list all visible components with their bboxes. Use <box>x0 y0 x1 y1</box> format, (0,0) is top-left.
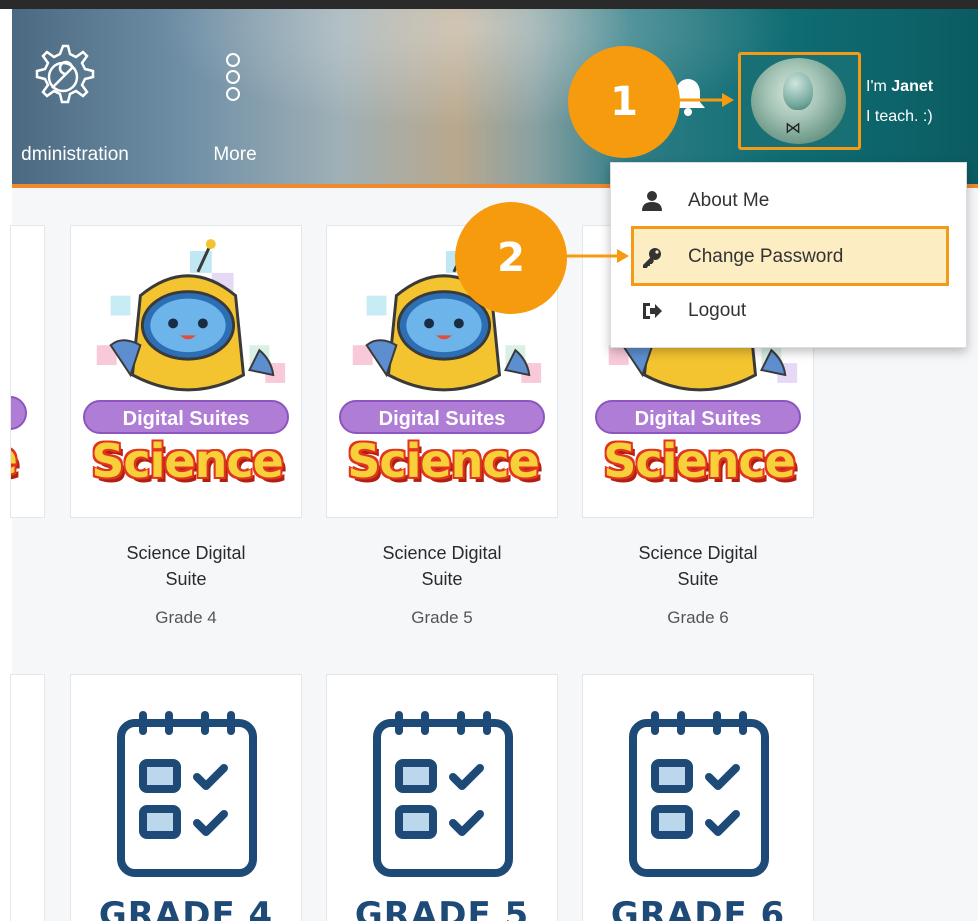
logo-word: Science <box>603 434 796 488</box>
bowtie-icon: ⋈ <box>785 120 801 137</box>
course-card-partial[interactable]: Science <box>10 225 45 518</box>
top-bar <box>0 0 978 9</box>
menu-item-label: Change Password <box>688 246 844 267</box>
calendar-checklist-icon <box>629 711 769 877</box>
logo-pill: Digital Suites <box>83 400 289 434</box>
course-grade: Grade 5 <box>411 608 473 627</box>
course-title: Science Digital Suite <box>126 543 246 589</box>
callout-arrow-2 <box>563 249 629 263</box>
avatar-egg-image <box>783 72 813 110</box>
key-icon <box>641 246 663 274</box>
grade-label: GRADE 6 <box>610 895 786 921</box>
logout-icon <box>641 300 663 328</box>
calendar-checklist-icon <box>117 711 257 877</box>
user-tagline: I teach. :) <box>866 108 933 125</box>
nav-administration-label: dministration <box>21 144 129 165</box>
course-title: Science Digital Suite <box>382 543 502 589</box>
user-name: Janet <box>891 78 934 95</box>
calendar-checklist-icon <box>373 711 513 877</box>
menu-item-logout[interactable]: Logout <box>611 286 966 336</box>
avatar: ⋈ <box>751 58 846 144</box>
user-icon <box>641 190 663 218</box>
grade-card-6[interactable]: GRADE 6 <box>582 674 814 921</box>
logo-word: Science <box>91 434 284 488</box>
course-grade: Grade 4 <box>155 608 217 627</box>
user-dropdown-menu: About Me Change Password Logout <box>610 162 967 348</box>
menu-item-label: Logout <box>688 300 747 321</box>
menu-item-about-me[interactable]: About Me <box>611 176 966 226</box>
logo-word: Science <box>347 434 540 488</box>
callout-step-2: 2 <box>455 202 567 314</box>
grade-card-4[interactable]: GRADE 4 <box>70 674 302 921</box>
greeting-prefix: I'm <box>866 78 892 95</box>
gear-wrench-icon <box>26 40 100 120</box>
grade-label: GRADE 5 <box>354 895 530 921</box>
course-title: Science Digital Suite <box>638 543 758 589</box>
menu-item-label: About Me <box>688 190 770 211</box>
logo-pill: Digital Suites <box>595 400 801 434</box>
menu-item-change-password[interactable]: Change Password <box>611 232 966 282</box>
logo-pill: Digital Suites <box>339 400 545 434</box>
grade-card-partial[interactable] <box>10 674 45 921</box>
course-card-grade-4[interactable]: Digital Suites Science <box>70 225 302 518</box>
grade-label: GRADE 4 <box>98 895 274 921</box>
user-greeting: I'm Janet I teach. :) <box>866 72 933 132</box>
course-grade: Grade 6 <box>667 608 729 627</box>
nav-more-label: More <box>213 144 257 165</box>
grade-card-5[interactable]: GRADE 5 <box>326 674 558 921</box>
callout-arrow-1 <box>676 93 734 107</box>
more-dots-icon <box>221 50 249 120</box>
callout-step-1: 1 <box>568 46 680 158</box>
user-avatar-button[interactable]: ⋈ <box>738 52 861 150</box>
